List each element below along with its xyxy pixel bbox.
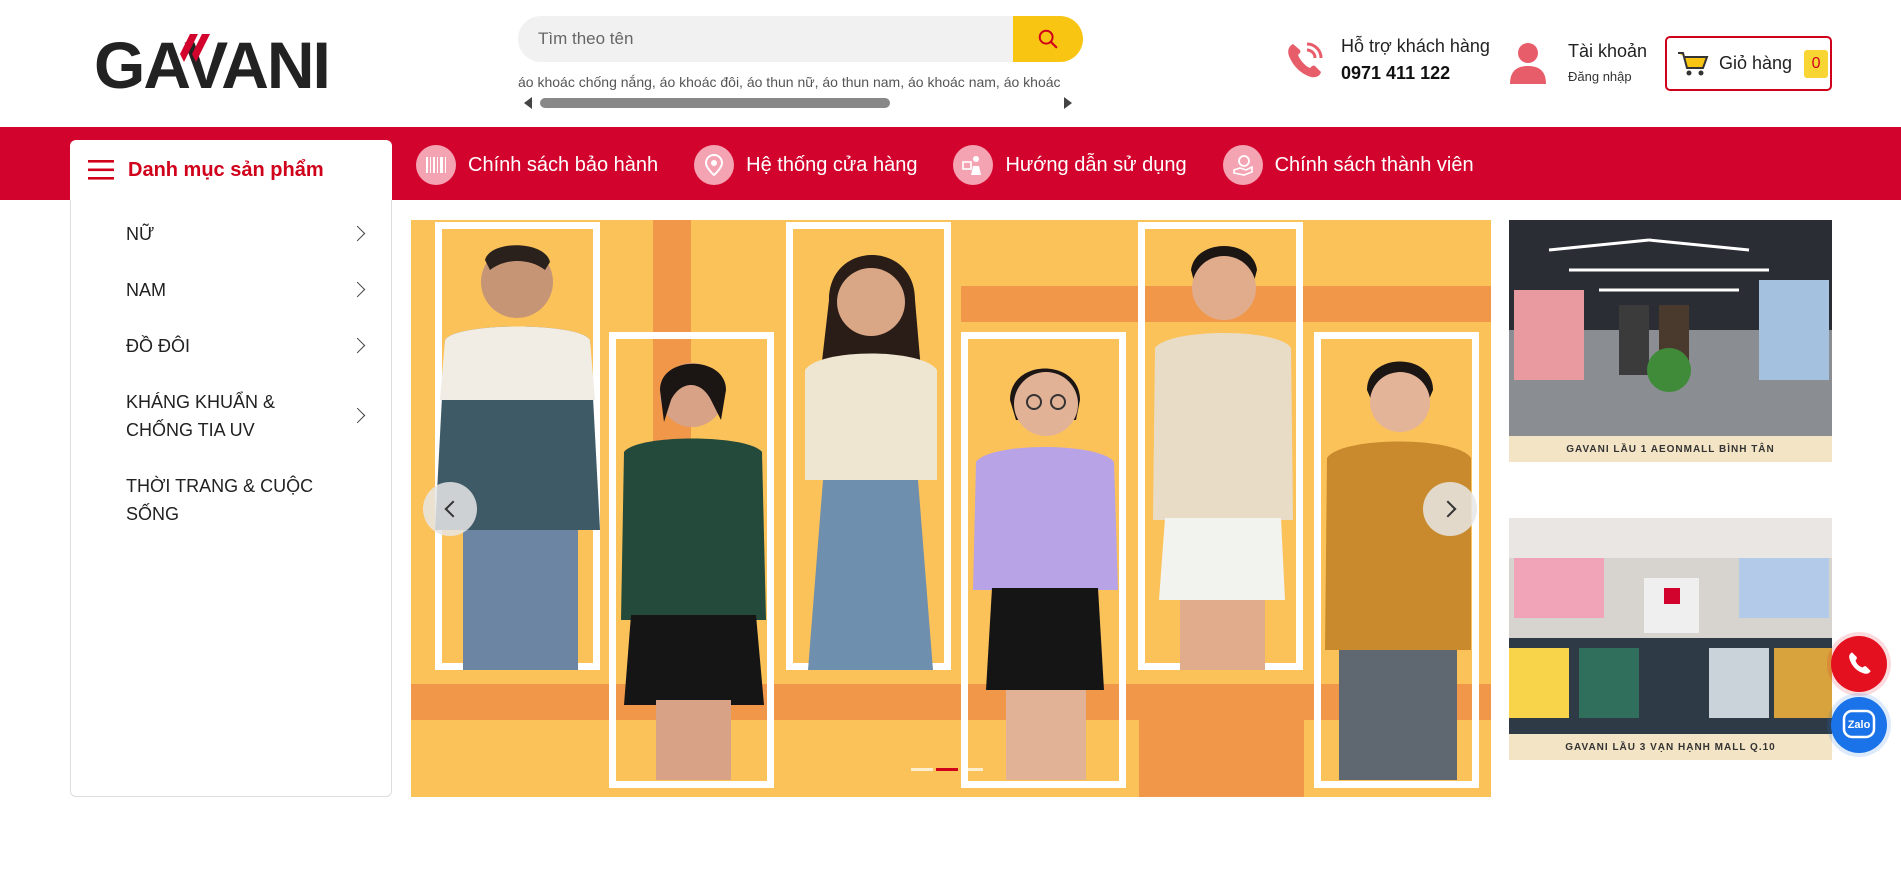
model-photo: [1325, 361, 1471, 780]
nav-label: Chính sách bảo hành: [468, 153, 659, 176]
store-caption: GAVANI LẦU 3 VẠN HẠNH MALL Q.10: [1509, 734, 1832, 760]
search-input[interactable]: [518, 16, 1013, 62]
chevron-left-icon: [444, 500, 461, 518]
category-label: KHÁNG KHUẨN & CHỐNG TIA UV: [126, 392, 276, 440]
hamburger-icon: [88, 160, 114, 180]
chevron-right-icon: [349, 225, 366, 242]
store-photo: [1509, 220, 1832, 436]
store-image-vanhanh[interactable]: GAVANI LẦU 3 VẠN HẠNH MALL Q.10: [1509, 518, 1832, 760]
category-menu-label: Danh mục sản phẩm: [128, 158, 324, 181]
model-photo: [621, 363, 766, 780]
category-label: NAM: [126, 280, 166, 300]
gavani-logo[interactable]: GAVANI: [94, 32, 356, 96]
banner-next-button[interactable]: [1423, 482, 1477, 536]
scroll-right-icon[interactable]: [1064, 97, 1072, 109]
cart-icon: [1678, 51, 1709, 75]
banner-dot-active[interactable]: [936, 768, 958, 771]
category-panel: NỮ NAM ĐỒ ĐÔI KHÁNG KHUẨN & CHỐNG TIA UV…: [70, 200, 392, 797]
chevron-right-icon: [349, 407, 366, 424]
svg-text:GAVANI: GAVANI: [94, 32, 329, 96]
suggestion-scrollbar[interactable]: [518, 96, 1078, 109]
banner-dot[interactable]: [961, 768, 983, 771]
store-photo: [1509, 518, 1832, 734]
search-box: [518, 16, 1083, 62]
store-image-aeonmall[interactable]: GAVANI LẦU 1 AEONMALL BÌNH TÂN: [1509, 220, 1832, 462]
barcode-icon: [416, 145, 456, 185]
category-label: THỜI TRANG & CUỘC SỐNG: [126, 476, 314, 524]
scroll-left-icon[interactable]: [524, 97, 532, 109]
category-label: ĐỒ ĐÔI: [126, 336, 191, 356]
category-item-do-doi[interactable]: ĐỒ ĐÔI: [71, 318, 391, 374]
nav-label: Chính sách thành viên: [1274, 153, 1474, 176]
nav-user-guide[interactable]: Hướng dẫn sử dụng: [953, 145, 1187, 185]
floating-zalo-button[interactable]: Zalo: [1831, 697, 1887, 753]
nav-label: Hệ thống cửa hàng: [746, 153, 918, 176]
model-photo: [1153, 246, 1293, 670]
scrollbar-thumb[interactable]: [540, 98, 890, 108]
banner-prev-button[interactable]: [423, 482, 477, 536]
account-menu[interactable]: Tài khoản Đăng nhập: [1508, 40, 1647, 84]
login-link[interactable]: Đăng nhập: [1568, 69, 1647, 84]
nav-store-system[interactable]: Hệ thống cửa hàng: [694, 145, 917, 185]
nav-label: Hướng dẫn sử dụng: [1005, 153, 1187, 176]
category-item-nam[interactable]: NAM: [71, 262, 391, 318]
zalo-label: Zalo: [1847, 719, 1871, 731]
customer-support[interactable]: Hỗ trợ khách hàng 0971 411 122: [1283, 36, 1490, 84]
search-area: áo khoác chống nắng, áo khoác đôi, áo th…: [518, 16, 1083, 109]
site-header: GAVANI áo khoác chống nắng, áo khoác đôi…: [0, 0, 1901, 127]
model-photo: [973, 368, 1118, 780]
category-item-khang-khuan[interactable]: KHÁNG KHUẨN & CHỐNG TIA UV: [71, 374, 391, 458]
support-label: Hỗ trợ khách hàng: [1341, 36, 1490, 56]
category-item-thoi-trang[interactable]: THỜI TRANG & CUỘC SỐNG: [71, 458, 391, 542]
category-label: NỮ: [126, 224, 155, 244]
nav-warranty-policy[interactable]: Chính sách bảo hành: [416, 145, 658, 185]
phone-icon: [1849, 652, 1871, 674]
model-photo: [435, 245, 600, 670]
model-photo: [805, 255, 937, 670]
nav-links: Chính sách bảo hành Hệ thống cửa hàng Hư…: [416, 145, 1510, 185]
chevron-right-icon: [349, 281, 366, 298]
floating-call-button[interactable]: [1831, 636, 1887, 692]
location-pin-icon: [694, 145, 735, 185]
banner-pagination: [911, 768, 986, 771]
nav-member-policy[interactable]: Chính sách thành viên: [1222, 145, 1474, 185]
hero-banner[interactable]: [411, 220, 1491, 797]
category-item-nu[interactable]: NỮ: [71, 206, 391, 262]
chevron-right-icon: [1439, 500, 1456, 518]
search-icon: [1038, 29, 1058, 49]
search-suggestions[interactable]: áo khoác chống nắng, áo khoác đôi, áo th…: [518, 74, 1083, 90]
user-icon: [1510, 43, 1546, 84]
search-button[interactable]: [1013, 16, 1083, 62]
cart-count-badge: 0: [1804, 49, 1829, 78]
store-caption: GAVANI LẦU 1 AEONMALL BÌNH TÂN: [1509, 436, 1832, 462]
member-hand-icon: [1222, 145, 1263, 185]
cart-button[interactable]: Giỏ hàng 0: [1665, 36, 1832, 91]
account-label: Tài khoản: [1568, 40, 1648, 61]
phone-icon: [1288, 42, 1323, 78]
chevron-right-icon: [349, 337, 366, 354]
guide-person-icon: [953, 145, 994, 185]
banner-dot[interactable]: [911, 768, 933, 771]
category-menu-toggle[interactable]: Danh mục sản phẩm: [70, 140, 392, 200]
support-phone[interactable]: 0971 411 122: [1341, 63, 1490, 84]
cart-label: Giỏ hàng: [1719, 53, 1793, 73]
